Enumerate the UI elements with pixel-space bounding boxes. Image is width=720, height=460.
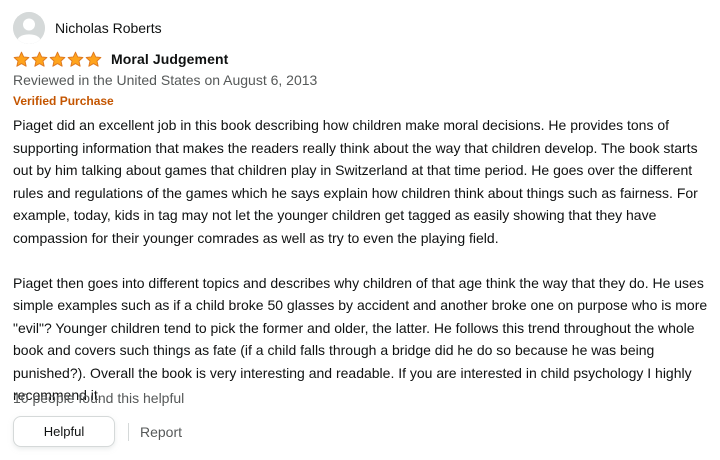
helpful-button[interactable]: Helpful	[13, 416, 115, 447]
review-title-row: Moral Judgement	[13, 48, 228, 70]
avatar	[13, 12, 45, 44]
star-rating[interactable]	[13, 49, 103, 69]
reviewer-profile[interactable]: Nicholas Roberts	[13, 12, 162, 44]
actions-divider	[128, 422, 129, 441]
review-body: Piaget did an excellent job in this book…	[13, 114, 709, 407]
review-title[interactable]: Moral Judgement	[111, 51, 228, 67]
report-link[interactable]: Report	[140, 424, 182, 440]
helpful-count: 10 people found this helpful	[13, 390, 185, 406]
customer-review: Nicholas Roberts Moral Judgement Reviewe…	[0, 0, 720, 460]
reviewer-name[interactable]: Nicholas Roberts	[55, 20, 162, 36]
star-filled-icon	[13, 51, 30, 67]
default-profile-avatar-icon	[13, 12, 45, 44]
star-filled-icon	[85, 51, 102, 67]
review-paragraph: Piaget then goes into different topics a…	[13, 274, 708, 404]
review-actions: Helpful Report	[13, 416, 182, 447]
star-filled-icon	[49, 51, 66, 67]
star-filled-icon	[67, 51, 84, 67]
star-filled-icon	[31, 51, 48, 67]
review-date: Reviewed in the United States on August …	[13, 72, 318, 88]
verified-purchase-badge[interactable]: Verified Purchase	[13, 92, 114, 110]
review-paragraph: Piaget did an excellent job in this book…	[13, 117, 698, 246]
